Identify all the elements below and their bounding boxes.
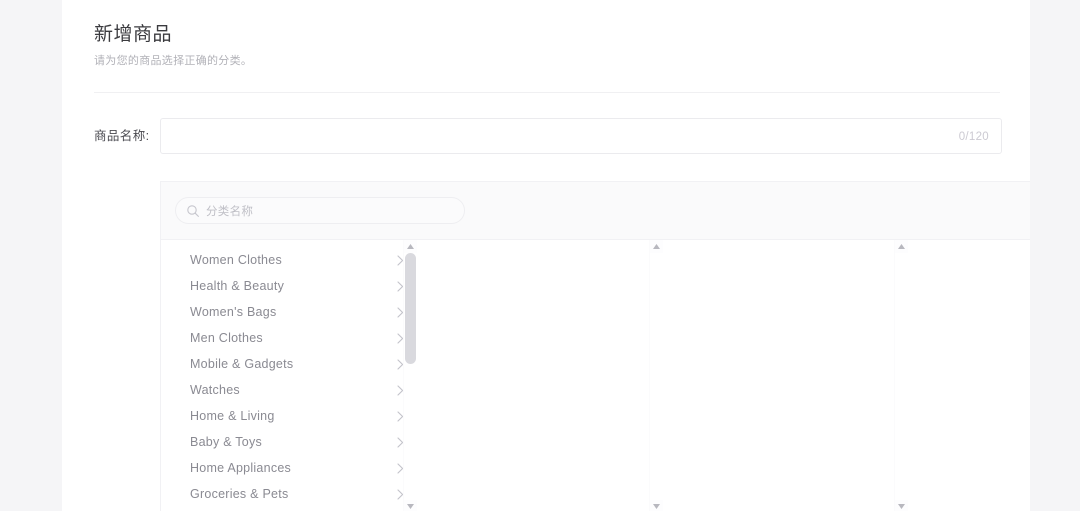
scrollbar-level-3[interactable]: [894, 240, 908, 511]
product-name-input[interactable]: [161, 119, 931, 153]
scroll-track-level-3[interactable]: [896, 253, 907, 500]
page-title: 新增商品: [94, 24, 173, 45]
scrollbar-level-1[interactable]: [403, 240, 417, 511]
search-icon: [186, 204, 200, 218]
category-item-label: Women's Bags: [190, 305, 277, 319]
scroll-thumb-level-1[interactable]: [405, 253, 416, 365]
category-item-label: Health & Beauty: [190, 279, 285, 293]
product-name-row: 商品名称: 0/120: [62, 118, 1030, 154]
category-item[interactable]: Baby & Toys: [161, 429, 416, 455]
category-item[interactable]: Men Clothes: [161, 325, 416, 351]
page-subtitle: 请为您的商品选择正确的分类。: [94, 55, 253, 67]
category-search-input[interactable]: [204, 198, 458, 225]
category-item[interactable]: Mobile & Gadgets: [161, 351, 416, 377]
category-item[interactable]: Home Appliances: [161, 455, 416, 481]
scroll-up-arrow-level-3[interactable]: [895, 240, 908, 253]
category-item-label: Home & Living: [190, 409, 275, 423]
scroll-down-arrow-level-2[interactable]: [650, 500, 663, 511]
category-item-label: Baby & Toys: [190, 435, 263, 449]
category-item[interactable]: Health & Beauty: [161, 273, 416, 299]
category-item[interactable]: Women Clothes: [161, 247, 416, 273]
content-card: 新增商品 请为您的商品选择正确的分类。 商品名称: 0/120 分类名称 Wom…: [62, 0, 1030, 511]
page-root: 新增商品 请为您的商品选择正确的分类。 商品名称: 0/120 分类名称 Wom…: [0, 0, 1080, 511]
category-selector-panel: Women Clothes Health & Beauty Women's Bags…: [160, 181, 1030, 511]
scroll-down-arrow-level-3[interactable]: [895, 500, 908, 511]
category-item[interactable]: Home & Living: [161, 403, 416, 429]
category-item-label: Watches: [190, 383, 240, 397]
scroll-track-level-1[interactable]: [405, 253, 416, 500]
category-item-label: Women Clothes: [190, 253, 282, 267]
category-search-box[interactable]: [175, 197, 465, 225]
category-column-level-2: [416, 240, 661, 511]
category-list-level-1[interactable]: Women Clothes Health & Beauty Women's Bags…: [161, 240, 416, 511]
header-divider: [94, 92, 1000, 93]
page-header: 新增商品 请为您的商品选择正确的分类。: [94, 22, 994, 69]
category-cascade: Women Clothes Health & Beauty Women's Bags…: [161, 239, 1030, 511]
category-item-label: Mobile & Gadgets: [190, 357, 294, 371]
scroll-track-level-2[interactable]: [651, 253, 662, 500]
product-name-char-counter: 0/120: [958, 131, 989, 143]
category-item[interactable]: Watches: [161, 377, 416, 403]
scroll-down-arrow-level-1[interactable]: [404, 500, 417, 511]
category-list-level-2[interactable]: [416, 240, 661, 511]
scroll-up-arrow-level-2[interactable]: [650, 240, 663, 253]
category-column-spacer: [906, 240, 1030, 511]
category-item-label: Men Clothes: [190, 331, 263, 345]
scroll-up-arrow-level-1[interactable]: [404, 240, 417, 253]
category-search-area: [161, 182, 1030, 239]
product-name-input-wrapper[interactable]: 0/120: [160, 118, 1002, 154]
category-column-level-3: [661, 240, 906, 511]
category-item[interactable]: Groceries & Pets: [161, 481, 416, 507]
category-column-level-1: Women Clothes Health & Beauty Women's Bags…: [161, 240, 416, 511]
category-item-label: Home Appliances: [190, 461, 292, 475]
category-item[interactable]: Women's Bags: [161, 299, 416, 325]
category-item-label: Groceries & Pets: [190, 487, 289, 501]
scrollbar-level-2[interactable]: [649, 240, 663, 511]
category-list-level-3[interactable]: [661, 240, 906, 511]
